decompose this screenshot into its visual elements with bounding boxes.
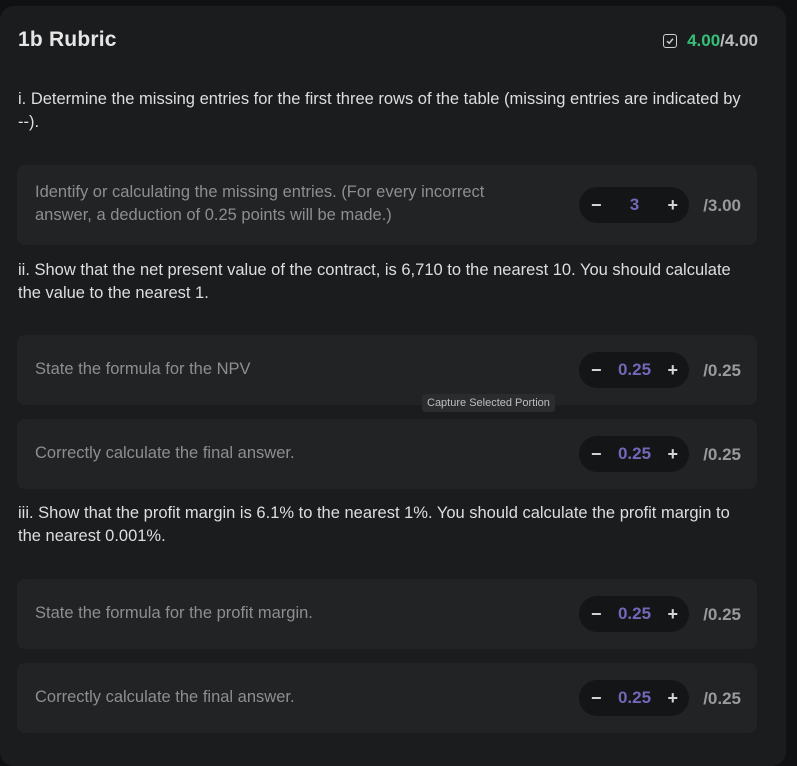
- criterion-text: Correctly calculate the final answer.: [35, 688, 295, 706]
- decrement-button[interactable]: −: [591, 604, 602, 625]
- criterion-text: Correctly calculate the final answer.: [35, 444, 295, 462]
- total-score: 4.00 / 4.00: [663, 31, 758, 51]
- score-earned: 4.00: [687, 31, 721, 50]
- criterion-max: /0.25: [703, 361, 741, 380]
- score-max: 4.00: [724, 31, 758, 50]
- score-value[interactable]: 0.25: [618, 360, 651, 380]
- score-stepper: − 0.25 +: [579, 680, 689, 716]
- score-value[interactable]: 0.25: [618, 444, 651, 464]
- rubric-header: 1b Rubric 4.00 / 4.00: [18, 28, 758, 56]
- score-value[interactable]: 0.25: [618, 688, 651, 708]
- increment-button[interactable]: +: [667, 604, 678, 625]
- criterion-max: /0.25: [703, 689, 741, 708]
- criterion-card: State the formula for the NPV − 0.25 + /…: [17, 335, 757, 405]
- checkbox-icon: [663, 34, 678, 48]
- score-stepper: − 0.25 +: [579, 596, 689, 632]
- decrement-button[interactable]: −: [591, 360, 602, 381]
- rubric-title: 1b Rubric: [18, 28, 117, 51]
- question-ii: ii. Show that the net present value of t…: [18, 261, 731, 302]
- criterion-max: /0.25: [703, 445, 741, 464]
- score-stepper: − 0.25 +: [579, 352, 689, 388]
- criterion-max: /0.25: [703, 605, 741, 624]
- score-value[interactable]: 0.25: [618, 604, 651, 624]
- criterion-text: Identify or calculating the missing entr…: [35, 183, 485, 224]
- criterion-text: State the formula for the NPV: [35, 360, 251, 378]
- increment-button[interactable]: +: [667, 360, 678, 381]
- decrement-button[interactable]: −: [591, 688, 602, 709]
- question-iii: iii. Show that the profit margin is 6.1%…: [18, 504, 730, 545]
- criterion-max: /3.00: [703, 196, 741, 215]
- increment-button[interactable]: +: [667, 195, 678, 216]
- increment-button[interactable]: +: [667, 444, 678, 465]
- decrement-button[interactable]: −: [591, 195, 602, 216]
- criterion-card: State the formula for the profit margin.…: [17, 579, 757, 649]
- score-stepper: − 0.25 +: [579, 436, 689, 472]
- criterion-card: Identify or calculating the missing entr…: [17, 165, 757, 245]
- capture-tooltip: Capture Selected Portion: [422, 394, 555, 412]
- increment-button[interactable]: +: [667, 688, 678, 709]
- question-i: i. Determine the missing entries for the…: [18, 90, 741, 131]
- score-value[interactable]: 3: [630, 195, 639, 215]
- score-stepper: − 3 +: [579, 187, 689, 223]
- criterion-card: Correctly calculate the final answer. − …: [17, 663, 757, 733]
- criterion-text: State the formula for the profit margin.: [35, 604, 313, 622]
- rubric-panel: 1b Rubric 4.00 / 4.00 i. Determine the m…: [0, 6, 786, 766]
- decrement-button[interactable]: −: [591, 444, 602, 465]
- criterion-card: Correctly calculate the final answer. − …: [17, 419, 757, 489]
